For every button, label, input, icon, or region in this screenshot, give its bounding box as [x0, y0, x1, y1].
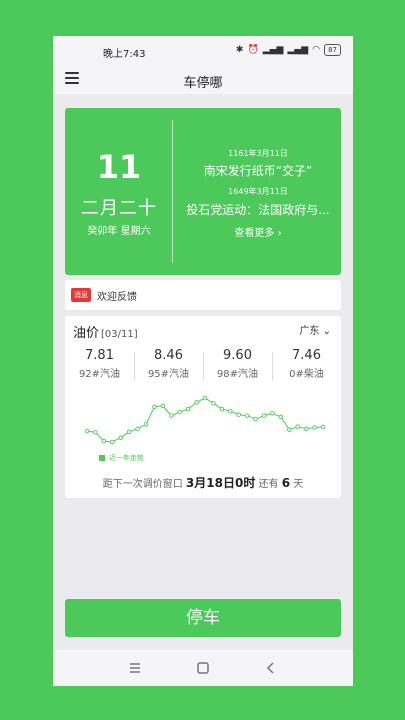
- see-more-link[interactable]: 查看更多 ›: [175, 224, 341, 239]
- trend-point: [211, 401, 216, 406]
- price-label: 0#柴油: [289, 369, 324, 380]
- trend-point: [228, 408, 233, 414]
- price-value: 9.60: [223, 348, 252, 363]
- recent-apps-icon[interactable]: [125, 658, 145, 678]
- trend-point: [101, 438, 107, 444]
- chart-legend: 近一年走势: [99, 453, 144, 463]
- trend-point: [160, 403, 166, 409]
- home-icon[interactable]: [193, 658, 213, 678]
- trend-point: [118, 435, 123, 440]
- battery-icon: 87: [324, 44, 341, 56]
- trend-point: [253, 416, 258, 422]
- trend-point: [194, 400, 199, 405]
- signal-icon-2: ▂▄▆: [287, 45, 309, 55]
- price-label: 98#汽油: [216, 369, 259, 380]
- day-number: 11: [96, 148, 142, 186]
- status-icons: ✱ ⏰ ▂▄▆ ▂▄▆ ◠ 87: [236, 44, 341, 56]
- trend-point: [287, 427, 292, 432]
- trend-point: [84, 428, 90, 434]
- trend-point: [202, 395, 208, 401]
- adjust-mid: 还有: [258, 479, 279, 490]
- price-adjust-info: 距下一次调价窗口 3月18日0时 还有 6 天: [65, 474, 341, 491]
- trend-point: [185, 406, 191, 412]
- region-select[interactable]: 广东 ⌄: [299, 322, 331, 337]
- back-icon[interactable]: [261, 658, 281, 678]
- oil-title-label: 油价: [73, 326, 100, 341]
- trend-point: [219, 406, 225, 412]
- event-title[interactable]: 投石党运动：法国政府与...: [175, 201, 341, 218]
- status-time: 晚上7:43: [103, 49, 146, 60]
- oil-price-card: 油价 [03/11] 广东 ⌄ 7.81 92#汽油 8.46 95#汽油 9.6…: [65, 316, 341, 498]
- notice-text: 欢迎反馈: [97, 292, 137, 303]
- trend-point: [295, 424, 300, 429]
- date-panel: 11 二月二十 癸卯年 星期六: [65, 108, 173, 275]
- trend-point: [236, 412, 241, 417]
- trend-point: [110, 439, 115, 445]
- legend-swatch: [99, 455, 105, 461]
- trend-point: [303, 426, 309, 432]
- trend-point: [135, 426, 140, 432]
- adjust-days: 6: [281, 476, 291, 490]
- price-label: 95#汽油: [147, 369, 190, 380]
- adjust-suffix: 天: [293, 479, 304, 490]
- park-button[interactable]: 停车: [65, 599, 341, 637]
- notice-badge: 消息: [71, 288, 91, 302]
- price-value: 8.46: [154, 348, 183, 363]
- trend-chart: [84, 395, 326, 445]
- trend-point: [270, 411, 275, 416]
- trend-point: [169, 413, 174, 418]
- price-row: 7.81 92#汽油 8.46 95#汽油 9.60 98#汽油 7.46 0#…: [65, 348, 341, 384]
- alarm-icon: ⏰: [247, 45, 259, 55]
- legend-label: 近一年走势: [109, 454, 144, 462]
- oil-date: [03/11]: [101, 329, 138, 340]
- status-bar: 晚上7:43 ✱ ⏰ ▂▄▆ ▂▄▆ ◠ 87: [53, 36, 353, 66]
- signal-icon: ▂▄▆: [262, 45, 284, 55]
- date-card: 11 二月二十 癸卯年 星期六 1161年3月11日 南宋发行纸币“交子” 16…: [65, 108, 341, 275]
- system-nav-bar: [53, 650, 353, 686]
- price-item: 7.81 92#汽油: [65, 348, 134, 384]
- price-value: 7.81: [85, 348, 114, 363]
- price-item: 8.46 95#汽油: [134, 348, 203, 384]
- bluetooth-icon: ✱: [235, 45, 244, 55]
- price-label: 92#汽油: [78, 369, 121, 380]
- adjust-date: 3月18日0时: [185, 476, 256, 490]
- app-bar: 车停哪: [53, 66, 353, 94]
- notice-bar[interactable]: 消息 欢迎反馈: [65, 280, 341, 310]
- trend-point: [312, 425, 317, 430]
- phone-screen: 晚上7:43 ✱ ⏰ ▂▄▆ ▂▄▆ ◠ 87 车停哪 11 二月二十 癸卯年 …: [53, 36, 353, 686]
- page-title: 车停哪: [183, 76, 223, 91]
- oil-title: 油价 [03/11]: [73, 322, 138, 341]
- event-date: 1649年3月11日: [228, 187, 288, 196]
- wifi-icon: ◠: [312, 45, 321, 55]
- trend-point: [177, 409, 182, 415]
- adjust-prefix: 距下一次调价窗口: [102, 479, 183, 490]
- lunar-date: 二月二十: [81, 198, 157, 219]
- divider: [172, 120, 173, 263]
- price-value: 7.46: [292, 348, 321, 363]
- trend-point: [320, 424, 326, 430]
- trend-line: [86, 397, 324, 443]
- price-item: 7.46 0#柴油: [272, 348, 341, 384]
- history-events: 1161年3月11日 南宋发行纸币“交子” 1649年3月11日 投石党运动：法…: [175, 108, 341, 275]
- weekday: 癸卯年 星期六: [87, 226, 151, 237]
- trend-point: [152, 404, 157, 410]
- price-item: 9.60 98#汽油: [203, 348, 272, 384]
- trend-point: [143, 422, 149, 427]
- event-date: 1161年3月11日: [228, 149, 288, 158]
- trend-point: [261, 413, 267, 418]
- trend-point: [244, 413, 250, 418]
- trend-point: [278, 414, 284, 420]
- trend-point: [93, 430, 98, 435]
- event-title[interactable]: 南宋发行纸币“交子”: [175, 162, 341, 179]
- trend-point: [126, 429, 132, 435]
